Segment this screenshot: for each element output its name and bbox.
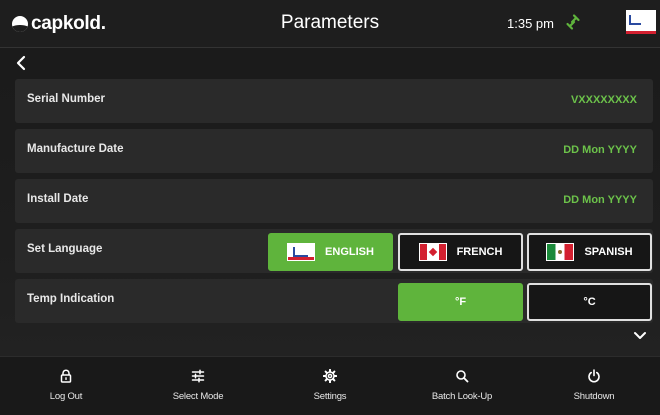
top-bar: capkold. Parameters 1:35 pm (0, 0, 660, 48)
temp-fahrenheit-label: °F (454, 296, 467, 308)
back-chevron-icon[interactable] (12, 53, 32, 73)
parameters-panel: Serial Number VXXXXXXXX Manufacture Date… (0, 72, 660, 356)
language-french-button[interactable]: FRENCH (398, 233, 523, 271)
install-date-value: DD Mon YYYY (563, 194, 637, 206)
nav-settings[interactable]: Settings (264, 357, 396, 415)
language-spanish-button[interactable]: SPANISH (527, 233, 652, 271)
lock-icon (60, 369, 72, 383)
manufacture-date-value: DD Mon YYYY (563, 144, 637, 156)
nav-batch-look-up-label: Batch Look-Up (431, 391, 493, 402)
page-title: Parameters (280, 12, 380, 33)
nav-shutdown-label: Shutdown (573, 391, 615, 402)
nav-settings-label: Settings (313, 391, 347, 402)
scroll-down-chevron-icon[interactable] (632, 330, 648, 342)
language-english-label: ENGLISH (325, 246, 374, 258)
language-english-button[interactable]: ENGLISH (268, 233, 393, 271)
serial-number-row: Serial Number VXXXXXXXX (15, 79, 653, 123)
serial-number-label: Serial Number (27, 93, 105, 105)
english-flag-icon[interactable] (626, 10, 656, 34)
temp-celsius-button[interactable]: °C (527, 283, 652, 321)
manufacture-date-row: Manufacture Date DD Mon YYYY (15, 129, 653, 173)
nav-log-out[interactable]: Log Out (0, 357, 132, 415)
temp-indication-label: Temp Indication (27, 293, 115, 305)
temp-fahrenheit-button[interactable]: °F (398, 283, 523, 321)
bottom-nav-bar: Log Out Select Mode Settings Batch Look-… (0, 356, 660, 415)
sliders-icon (191, 369, 205, 383)
temp-indication-row: Temp Indication °F °C (15, 279, 653, 323)
english-flag-icon (287, 243, 316, 261)
nav-select-mode-label: Select Mode (172, 391, 224, 402)
nav-log-out-label: Log Out (49, 391, 83, 402)
set-language-label: Set Language (27, 243, 103, 255)
language-french-label: FRENCH (456, 246, 503, 258)
nav-shutdown[interactable]: Shutdown (528, 357, 660, 415)
canada-flag-icon (418, 243, 447, 261)
set-language-row: Set Language ENGLISH FRENCH SPANISH (15, 229, 653, 273)
link-icon (566, 14, 580, 30)
nav-select-mode[interactable]: Select Mode (132, 357, 264, 415)
gear-icon (323, 369, 337, 383)
manufacture-date-label: Manufacture Date (27, 143, 124, 155)
serial-number-value: VXXXXXXXX (570, 94, 637, 106)
temp-celsius-label: °C (583, 296, 596, 308)
clock-time: 1:35 pm (507, 16, 554, 31)
install-date-row: Install Date DD Mon YYYY (15, 179, 653, 223)
nav-batch-look-up[interactable]: Batch Look-Up (396, 357, 528, 415)
mexico-flag-icon (546, 243, 575, 261)
power-icon (588, 369, 600, 383)
install-date-label: Install Date (27, 193, 89, 205)
search-icon (456, 370, 469, 383)
language-spanish-label: SPANISH (584, 246, 633, 258)
